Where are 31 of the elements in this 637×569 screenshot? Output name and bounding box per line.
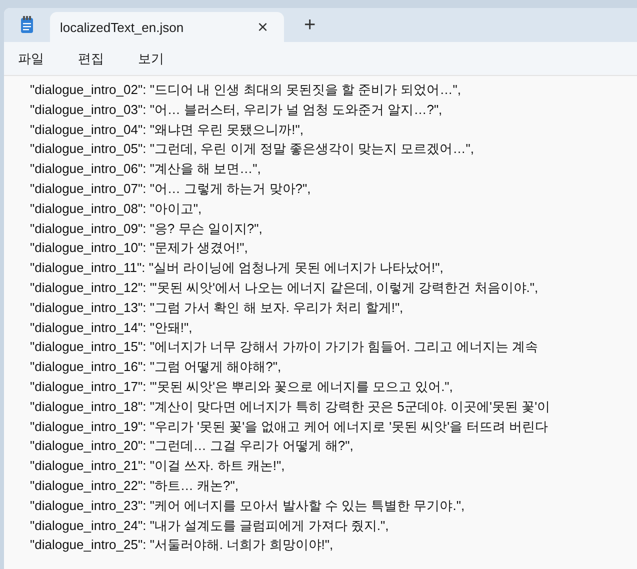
text-line: "dialogue_intro_11": "실버 라이닝에 엄청나게 못된 에너지가 나타났어!", (30, 259, 444, 278)
text-line: "dialogue_intro_05": "그런데, 우린 이게 정말 좋은생각이 맞는지 모르겠어…", (30, 140, 475, 158)
text-line: "dialogue_intro_13": "그럼 가서 확인 해 보자. 우리가 처리 할게!", (30, 298, 404, 317)
text-line: "dialogue_intro_25": "서둘러야해. 너희가 희망이야!", (30, 536, 334, 554)
text-line: "dialogue_intro_02": "드디어 내 인생 최대의 못된짓을 할 준비가 되었어…", (30, 81, 462, 99)
notepad-icon (20, 16, 34, 34)
text-line: "dialogue_intro_24": "내가 설계도를 글럼피에게 가져다 줬지.", (30, 516, 390, 535)
text-line: "dialogue_intro_20": "그런데… 그걸 우리가 어떻게 해?", (30, 437, 354, 456)
menu-item[interactable]: 편집 (78, 50, 104, 68)
text-line: "dialogue_intro_14": "안돼!", (30, 318, 194, 337)
text-line: "dialogue_intro_22": "하트… 캐논?", (30, 476, 240, 495)
menu-item[interactable]: 보기 (138, 50, 164, 68)
text-line: "dialogue_intro_21": "이걸 쓰자. 하트 캐논!", (30, 457, 286, 476)
text-line: "dialogue_intro_06": "계산을 해 보면…", (30, 160, 262, 178)
text-line: "dialogue_intro_16": "그럼 어떻게 해야해?", (30, 358, 282, 376)
text-line: "dialogue_intro_07": "어… 그렇게 하는거 맞아?", (30, 180, 312, 198)
text-line: "dialogue_intro_12": "'못된 씨앗'에서 나오는 에너지 같은데, 이렇게 강력한건 처음이야.", (30, 278, 540, 297)
text-line: "dialogue_intro_23": "케어 에너지를 모아서 발사할 수 있는 특별한 무기야.", (30, 496, 466, 515)
menu-item[interactable]: 파일 (18, 50, 44, 68)
close-tab-button[interactable]: × (253, 16, 272, 38)
text-line: "dialogue_intro_10": "문제가 생겼어!", (30, 239, 249, 258)
text-line: "dialogue_intro_15": "에너지가 너무 강해서 가까이 가기가 힘들어. 그리고 에너지는 계속 (30, 338, 539, 356)
text-line: "dialogue_intro_04": "왜냐면 우린 못됐으니까!", (30, 120, 304, 139)
text-line: "dialogue_intro_19": "우리가 '못된 꽃'을 없애고 케어 에너지로 '못된 씨앗'을 터뜨려 버린다 (30, 418, 549, 436)
text-line: "dialogue_intro_18": "계산이 맞다면 에너지가 특히 강력한 곳은 5군데야. 이곳에'못된 꽃'이 (30, 398, 552, 416)
text-line: "dialogue_intro_17": "'못된 씨앗'은 뿌리와 꽃으로 에너지를 모으고 있어.", (30, 378, 454, 396)
text-line: "dialogue_intro_03": "어… 블러스터, 우리가 널 엄청 도와준거 알지…?", (30, 100, 444, 119)
text-line: "dialogue_intro_09": "응? 무슨 일이지?", (30, 220, 264, 238)
text-line: "dialogue_intro_08": "아이고", (30, 200, 203, 218)
new-tab-button[interactable]: + (304, 14, 316, 37)
file-tab[interactable]: localizedText_en.json × (50, 12, 284, 42)
